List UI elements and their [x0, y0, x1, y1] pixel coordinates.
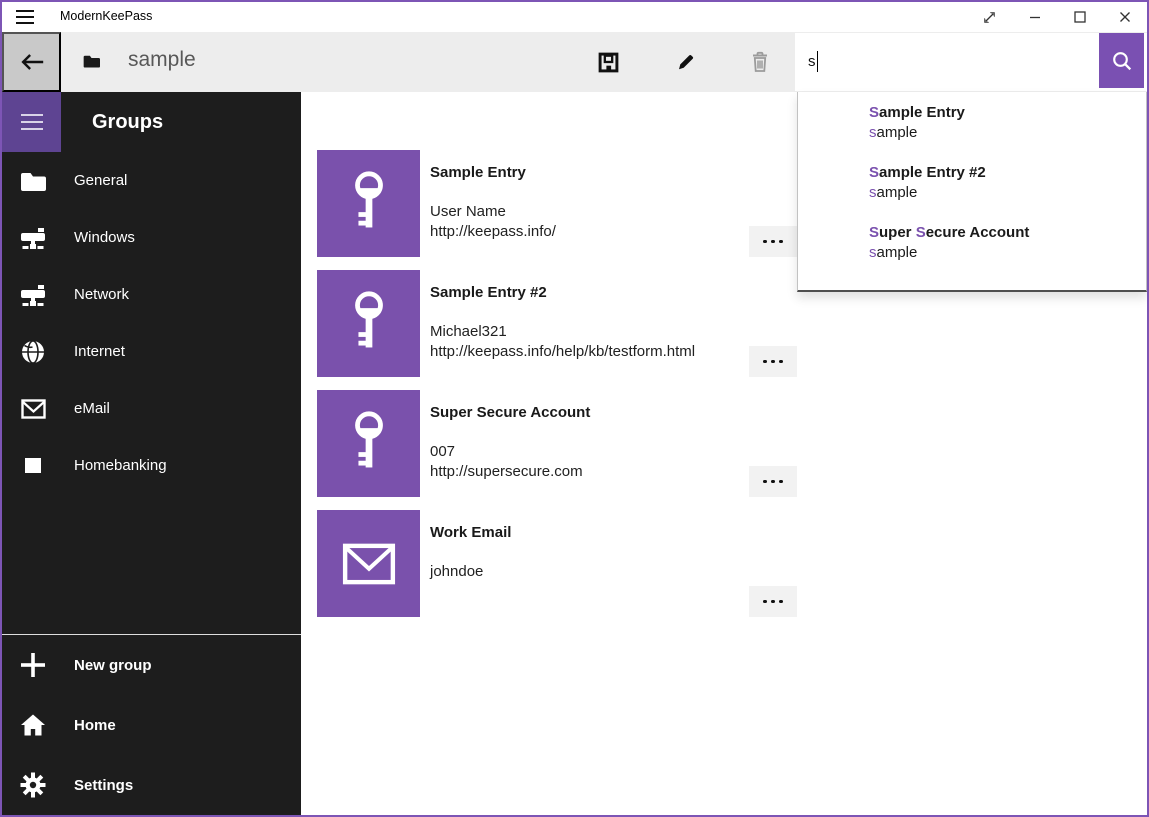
suggestion-item[interactable]: Sample Entry sample [798, 97, 1146, 157]
command-bar: sample s [2, 32, 1147, 92]
suggestion-item[interactable]: Super Secure Account sample [798, 217, 1146, 277]
network-pc-icon [20, 225, 46, 251]
sidebar-item-label: General [74, 172, 127, 189]
edit-button[interactable] [662, 32, 710, 92]
home-icon [20, 712, 46, 738]
close-button[interactable] [1102, 2, 1147, 32]
sidebar-item-email[interactable]: eMail [2, 380, 301, 437]
sidebar-item-label: Homebanking [74, 457, 167, 474]
delete-trash-icon [750, 51, 770, 73]
suggestion-group: sample [869, 123, 1136, 143]
more-options-button[interactable] [749, 226, 797, 257]
entry-tile [317, 510, 420, 617]
more-options-button[interactable] [749, 466, 797, 497]
sidebar-item-windows[interactable]: Windows [2, 209, 301, 266]
maximize-button[interactable] [1057, 2, 1102, 32]
entry-row[interactable]: Work Email johndoe [317, 510, 1117, 617]
entry-username: User Name [430, 202, 556, 222]
save-button[interactable] [584, 32, 632, 92]
entry-url: http://keepass.info/help/kb/testform.htm… [430, 342, 695, 362]
close-icon [1118, 10, 1132, 24]
sidebar-item-label: Internet [74, 343, 125, 360]
suggestion-group: sample [869, 183, 1136, 203]
key-icon [346, 289, 392, 358]
app-title: ModernKeePass [60, 9, 152, 23]
minimize-icon [1028, 10, 1042, 24]
entry-tile [317, 150, 420, 257]
entry-title: Sample Entry [430, 164, 556, 181]
sidebar-item-label: Windows [74, 229, 135, 246]
back-button[interactable] [2, 32, 61, 92]
fullscreen-button[interactable] [967, 2, 1012, 32]
sidebar-item-label: Home [74, 717, 116, 734]
sidebar-item-new-group[interactable]: New group [2, 635, 301, 695]
envelope-icon [20, 396, 46, 422]
sidebar-item-settings[interactable]: Settings [2, 755, 301, 815]
envelope-icon [342, 543, 396, 585]
hamburger-icon [21, 114, 43, 130]
globe-icon [20, 339, 46, 365]
sidebar-item-general[interactable]: General [2, 152, 301, 209]
edit-pencil-icon [676, 52, 696, 72]
sidebar-item-label: eMail [74, 400, 110, 417]
plus-icon [20, 652, 46, 678]
titlebar-hamburger-icon[interactable] [16, 10, 34, 24]
key-icon [346, 169, 392, 238]
entry-username: johndoe [430, 562, 511, 582]
gear-icon [20, 772, 46, 798]
sidebar-item-network[interactable]: Network [2, 266, 301, 323]
magnifier-icon [1111, 50, 1133, 72]
sidebar-bottom-nav: New group Home [2, 634, 301, 815]
search-suggestions: Sample Entry sample Sample Entry #2 samp… [797, 92, 1147, 292]
database-title: sample [128, 48, 196, 72]
square-icon [20, 453, 46, 479]
entry-tile [317, 270, 420, 377]
titlebar: ModernKeePass [2, 2, 1147, 32]
suggestion-title: Sample Entry [869, 103, 1136, 123]
minimize-button[interactable] [1012, 2, 1057, 32]
suggestion-title: Sample Entry #2 [869, 163, 1136, 183]
fullscreen-icon [982, 10, 997, 25]
maximize-icon [1073, 10, 1087, 24]
folder-icon [20, 168, 46, 194]
entry-title: Sample Entry #2 [430, 284, 695, 301]
app-window: ModernKeePass [0, 0, 1149, 817]
more-options-button[interactable] [749, 586, 797, 617]
sidebar-item-homebanking[interactable]: Homebanking [2, 437, 301, 494]
sidebar: Groups General [2, 92, 301, 815]
database-folder-icon [83, 54, 100, 68]
suggestion-title: Super Secure Account [869, 223, 1136, 243]
network-pc-icon [20, 282, 46, 308]
entry-title: Super Secure Account [430, 404, 590, 421]
entry-url: http://keepass.info/ [430, 222, 556, 242]
window-controls [967, 2, 1147, 32]
sidebar-item-internet[interactable]: Internet [2, 323, 301, 380]
entry-title: Work Email [430, 524, 511, 541]
sidebar-item-home[interactable]: Home [2, 695, 301, 755]
entry-username: 007 [430, 442, 590, 462]
sidebar-item-label: Network [74, 286, 129, 303]
suggestion-item[interactable]: Sample Entry #2 sample [798, 157, 1146, 217]
groups-heading: Groups [92, 111, 163, 134]
search-query-text: s [808, 53, 816, 70]
key-icon [346, 409, 392, 478]
text-caret [817, 51, 818, 72]
nav-hamburger-button[interactable] [2, 92, 61, 152]
delete-button[interactable] [736, 32, 784, 92]
entry-url: http://supersecure.com [430, 462, 590, 482]
save-icon [598, 52, 619, 73]
search-button[interactable] [1099, 33, 1144, 88]
sidebar-item-label: Settings [74, 777, 133, 794]
suggestion-group: sample [869, 243, 1136, 263]
entry-row[interactable]: Super Secure Account 007 http://supersec… [317, 390, 1117, 497]
back-arrow-icon [18, 51, 46, 73]
more-options-button[interactable] [749, 346, 797, 377]
sidebar-item-label: New group [74, 657, 152, 674]
entry-tile [317, 390, 420, 497]
entry-username: Michael321 [430, 322, 695, 342]
search-input[interactable]: s [795, 33, 1147, 91]
